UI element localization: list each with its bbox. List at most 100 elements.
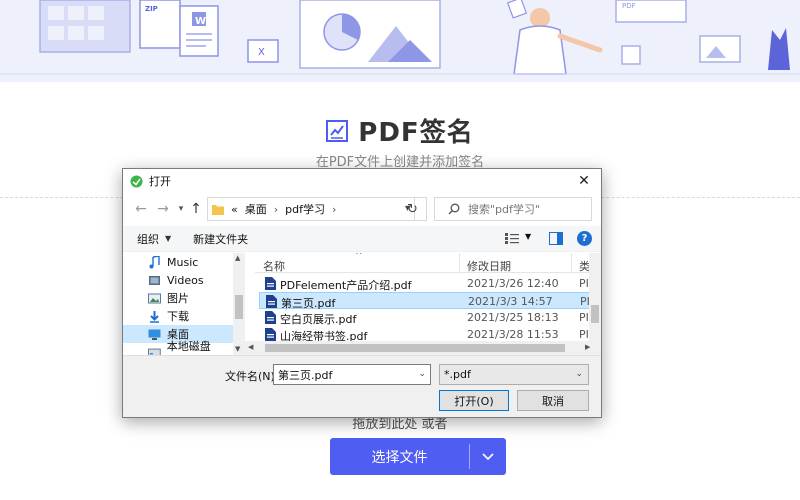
arrow-right-icon: →	[157, 201, 169, 217]
column-header-name[interactable]: 名称	[263, 258, 285, 274]
pdf-file-icon	[265, 277, 276, 290]
scrollbar-thumb[interactable]	[235, 295, 243, 319]
filename-input[interactable]: 第三页.pdf ⌄	[273, 364, 431, 385]
column-header-date[interactable]: 修改日期	[467, 258, 511, 274]
back-button[interactable]: ←	[131, 199, 151, 219]
chevron-down-icon: ▾	[178, 204, 184, 214]
scrollbar-thumb[interactable]	[265, 344, 565, 352]
file-name: PDFelement产品介绍.pdf	[280, 279, 412, 292]
choose-file-dropdown[interactable]	[470, 438, 506, 475]
nav-item-label: Videos	[167, 273, 204, 287]
scroll-left-icon[interactable]: ◀	[248, 343, 253, 351]
breadcrumb-chevron-icon[interactable]: ›	[332, 203, 336, 216]
cancel-button[interactable]: 取消	[517, 390, 589, 411]
help-icon: ?	[581, 233, 588, 244]
file-type: PI	[579, 311, 589, 324]
navigation-pane: Music Videos 图片 下载 桌面 本地磁盘	[123, 253, 245, 355]
choose-file-label[interactable]: 选择文件	[330, 438, 469, 475]
chevron-down-icon	[482, 452, 494, 460]
file-date: 2021/3/28 11:53	[467, 328, 559, 341]
filetype-value: *.pdf	[444, 368, 471, 381]
forward-button[interactable]: →	[153, 199, 173, 219]
file-type: PI	[579, 277, 589, 290]
file-list-header: ^ 名称 修改日期 类	[255, 253, 601, 273]
dialog-titlebar[interactable]: 打开 ✕	[123, 169, 601, 193]
sort-ascending-icon: ^	[355, 253, 363, 261]
page-title-row: PDF签名	[0, 112, 800, 149]
view-dropdown-icon[interactable]: ▼	[525, 232, 531, 241]
nav-pane-scrollbar[interactable]: ▲ ▼	[233, 253, 245, 355]
desktop-icon	[148, 329, 161, 340]
new-folder-button[interactable]: 新建文件夹	[193, 231, 248, 247]
nav-item-videos[interactable]: Videos	[123, 271, 233, 289]
hero-banner: ZIP W X PDF	[0, 0, 800, 82]
chevron-down-icon[interactable]: ▼	[165, 234, 171, 243]
navigation-bar: ← → ▾ ↑ « 桌面 › pdf学习 › ▾ ↻ 搜索"pdf学习"	[123, 196, 601, 222]
arrow-up-icon: ↑	[190, 201, 202, 217]
app-logo-icon	[130, 175, 143, 187]
nav-item-music[interactable]: Music	[123, 253, 233, 271]
nav-item-label: 下载	[167, 310, 189, 323]
file-date: 2021/3/3 14:57	[468, 295, 553, 308]
file-list-vertical-scrollbar[interactable]	[589, 253, 601, 341]
page-title: PDF签名	[358, 118, 474, 148]
column-divider[interactable]	[459, 253, 460, 273]
search-input[interactable]: 搜索"pdf学习"	[434, 197, 592, 221]
pdf-file-icon	[266, 295, 277, 308]
search-icon	[448, 203, 460, 215]
file-type: PI	[579, 328, 589, 341]
nav-item-downloads[interactable]: 下载	[123, 307, 233, 325]
music-note-icon	[149, 255, 160, 268]
up-folder-button[interactable]: ↑	[186, 199, 206, 219]
breadcrumb-chevron-icon[interactable]: ›	[274, 203, 278, 216]
address-bar[interactable]: « 桌面 › pdf学习 › ▾	[207, 197, 415, 221]
refresh-icon: ↻	[407, 201, 418, 217]
choose-file-button[interactable]: 选择文件	[330, 438, 506, 475]
banner-illustration: ZIP W X PDF	[0, 0, 800, 75]
refresh-button[interactable]: ↻	[399, 197, 427, 221]
dialog-close-button[interactable]: ✕	[567, 169, 601, 193]
nav-item-label: 本地磁盘 (C:)	[166, 339, 211, 356]
table-row[interactable]: 空白页展示.pdf 2021/3/25 18:13 PI	[259, 309, 595, 326]
dialog-title: 打开	[149, 175, 171, 188]
drive-icon	[148, 348, 161, 355]
search-placeholder: 搜索"pdf学习"	[468, 203, 540, 216]
nav-item-local-disk[interactable]: 本地磁盘 (C:)	[123, 340, 233, 355]
address-crumb-pdf-folder[interactable]: pdf学习	[285, 201, 325, 217]
open-button[interactable]: 打开(O)	[439, 390, 509, 411]
file-list-horizontal-scrollbar[interactable]: ◀ ▶	[245, 341, 601, 355]
filename-value: 第三页.pdf	[278, 368, 333, 382]
open-file-dialog: 打开 ✕ ← → ▾ ↑ « 桌面 › pdf学习 › ▾ ↻ 搜索"pdf学习…	[122, 168, 602, 418]
address-overflow[interactable]: «	[231, 203, 238, 216]
scroll-right-icon[interactable]: ▶	[585, 343, 590, 351]
arrow-left-icon: ←	[135, 201, 147, 217]
preview-pane-icon[interactable]	[549, 232, 563, 245]
table-row[interactable]: PDFelement产品介绍.pdf 2021/3/26 12:40 PI	[259, 275, 595, 292]
table-row-selected[interactable]: 第三页.pdf 2021/3/3 14:57 PI	[259, 292, 595, 310]
chevron-down-icon[interactable]: ⌄	[418, 369, 426, 379]
view-options-icon[interactable]	[505, 232, 519, 245]
address-crumb-desktop[interactable]: 桌面	[245, 201, 267, 217]
scroll-down-icon[interactable]: ▼	[235, 345, 240, 353]
chevron-down-icon[interactable]: ⌄	[575, 369, 583, 379]
folder-icon	[212, 204, 224, 215]
dialog-toolbar: 组织 ▼ 新建文件夹 ▼ ?	[123, 226, 601, 252]
dialog-footer: 文件名(N): 第三页.pdf ⌄ *.pdf ⌄ 打开(O) 取消	[123, 355, 601, 417]
picture-icon	[148, 293, 161, 303]
column-divider[interactable]	[571, 253, 572, 273]
nav-item-label: Music	[167, 255, 199, 269]
scroll-up-icon[interactable]: ▲	[235, 254, 240, 262]
video-icon	[149, 275, 160, 285]
signature-chart-icon	[326, 119, 349, 142]
nav-item-label: 图片	[167, 292, 189, 305]
close-icon: ✕	[578, 173, 590, 189]
help-button[interactable]: ?	[577, 231, 592, 246]
filetype-select[interactable]: *.pdf ⌄	[439, 364, 589, 385]
banner-word-label: W	[195, 16, 206, 27]
pdf-file-icon	[265, 328, 276, 341]
scrollbar-thumb[interactable]	[591, 305, 599, 323]
download-arrow-icon	[150, 310, 159, 323]
banner-zip-label: ZIP	[145, 5, 158, 13]
nav-item-pictures[interactable]: 图片	[123, 289, 233, 307]
organize-menu[interactable]: 组织	[137, 231, 159, 247]
